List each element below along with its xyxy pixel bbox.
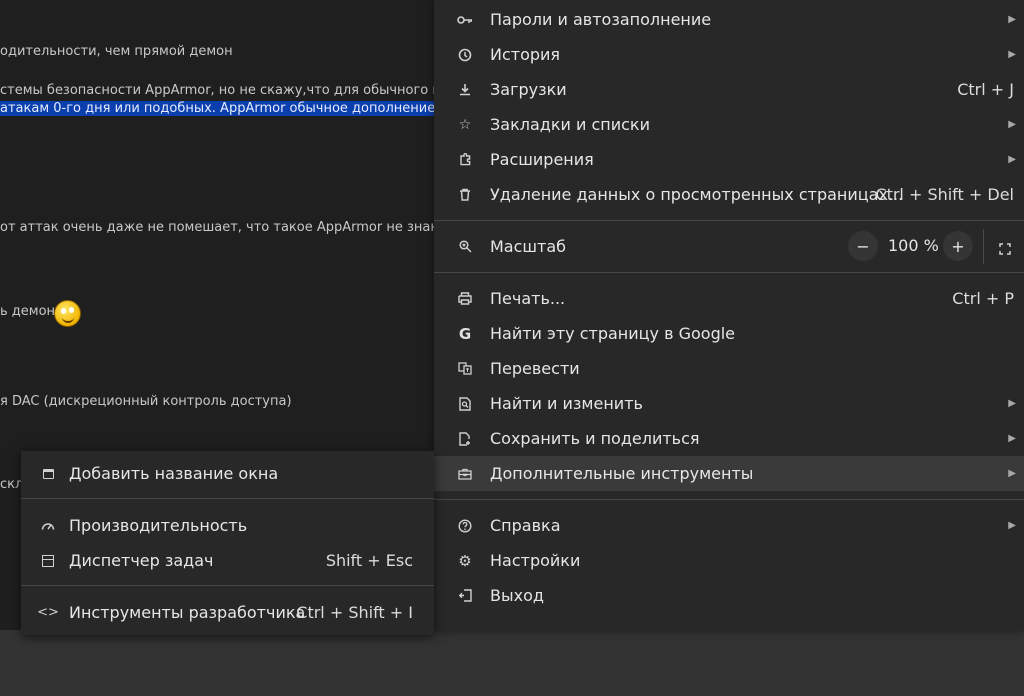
shortcut-label: Ctrl + P: [952, 289, 1014, 308]
text-line: я DAC (дискреционный контроль доступа): [0, 394, 292, 409]
submenu-item-label: Инструменты разработчика: [69, 603, 306, 622]
help-icon: [456, 517, 474, 535]
menu-item-label: Масштаб: [490, 237, 567, 256]
share-icon: [456, 430, 474, 448]
zoom-out-button[interactable]: −: [848, 231, 878, 261]
submenu-item-label: Производительность: [69, 516, 248, 535]
menu-item-label: Перевести: [490, 359, 580, 378]
puzzle-icon: [456, 151, 474, 169]
find-icon: [456, 395, 474, 413]
submenu-item-performance[interactable]: Производительность: [21, 508, 434, 543]
fullscreen-icon[interactable]: [999, 240, 1011, 255]
menu-item-label: Пароли и автозаполнение: [490, 10, 712, 29]
browser-main-menu: Пароли и автозаполнение ▶ История ▶ Загр…: [434, 0, 1024, 630]
menu-item-label: Закладки и списки: [490, 115, 650, 134]
chevron-right-icon: ▶: [1008, 14, 1016, 25]
menu-item-label: Найти и изменить: [490, 394, 643, 413]
zoom-icon: [456, 238, 474, 256]
speedometer-icon: [39, 517, 57, 535]
submenu-divider: [21, 498, 434, 499]
task-manager-icon: [39, 552, 57, 570]
star-icon: ☆: [458, 116, 472, 133]
zoom-divider: [983, 229, 984, 264]
bottom-area: [0, 630, 1024, 696]
text-line: скл: [0, 477, 24, 492]
menu-item-label: Дополнительные инструменты: [490, 464, 754, 483]
trash-icon: [456, 186, 474, 204]
menu-divider: [434, 220, 1024, 221]
shortcut-label: Shift + Esc: [325, 551, 413, 570]
window-icon: [39, 465, 57, 483]
code-icon: <>: [37, 605, 59, 620]
chevron-right-icon: ▶: [1008, 433, 1016, 444]
shortcut-label: Ctrl + Shift + Del: [875, 185, 1014, 204]
menu-item-downloads[interactable]: Загрузки Ctrl + J: [434, 72, 1024, 107]
menu-item-label: Сохранить и поделиться: [490, 429, 700, 448]
menu-item-save-share[interactable]: Сохранить и поделиться ▶: [434, 421, 1024, 456]
toolbox-icon: [456, 465, 474, 483]
menu-item-passwords[interactable]: Пароли и автозаполнение ▶: [434, 2, 1024, 37]
gear-icon: ⚙: [458, 551, 472, 570]
smiley-emoji-icon: [54, 300, 81, 327]
chevron-right-icon: ▶: [1008, 49, 1016, 60]
menu-divider: [434, 272, 1024, 273]
menu-item-label: История: [490, 45, 561, 64]
download-icon: [456, 81, 474, 99]
print-icon: [456, 290, 474, 308]
menu-item-extensions[interactable]: Расширения ▶: [434, 142, 1024, 177]
menu-item-label: Печать...: [490, 289, 566, 308]
zoom-level: 100 %: [888, 236, 939, 255]
submenu-item-devtools[interactable]: <> Инструменты разработчика Ctrl + Shift…: [21, 595, 434, 630]
chevron-right-icon: ▶: [1008, 119, 1016, 130]
submenu-item-task-manager[interactable]: Диспетчер задач Shift + Esc: [21, 543, 434, 578]
history-icon: [456, 46, 474, 64]
menu-item-label: Настройки: [490, 551, 581, 570]
exit-icon: [456, 587, 474, 605]
menu-item-label: Загрузки: [490, 80, 567, 99]
zoom-in-button[interactable]: +: [943, 231, 973, 261]
menu-item-label: Найти эту страницу в Google: [490, 324, 736, 343]
menu-item-label: Выход: [490, 586, 544, 605]
menu-item-zoom: Масштаб − 100 % +: [434, 229, 1024, 264]
menu-item-exit[interactable]: Выход: [434, 578, 1024, 613]
shortcut-label: Ctrl + Shift + I: [296, 603, 413, 622]
menu-item-find-replace[interactable]: Найти и изменить ▶: [434, 386, 1024, 421]
menu-item-label: Расширения: [490, 150, 594, 169]
menu-divider: [434, 499, 1024, 500]
menu-item-find-in-google[interactable]: G Найти эту страницу в Google: [434, 316, 1024, 351]
menu-item-settings[interactable]: ⚙ Настройки: [434, 543, 1024, 578]
menu-item-more-tools[interactable]: Дополнительные инструменты ▶: [434, 456, 1024, 491]
chevron-right-icon: ▶: [1008, 398, 1016, 409]
submenu-divider: [21, 585, 434, 586]
text-line: стемы безопасности AppArmor, но не скажу…: [0, 83, 473, 98]
submenu-item-label: Диспетчер задач: [69, 551, 214, 570]
menu-item-label: Справка: [490, 516, 561, 535]
selected-text-line: атакам 0-го дня или подобных. AppArmor о…: [0, 101, 471, 116]
more-tools-submenu: Добавить название окна Производительност…: [21, 451, 434, 635]
chevron-right-icon: ▶: [1008, 154, 1016, 165]
menu-item-label: Удаление данных о просмотренных страница…: [490, 185, 904, 204]
menu-item-history[interactable]: История ▶: [434, 37, 1024, 72]
chevron-right-icon: ▶: [1008, 468, 1016, 479]
text-line: от аттак очень даже не помешает, что так…: [0, 220, 442, 235]
menu-item-bookmarks[interactable]: ☆ Закладки и списки ▶: [434, 107, 1024, 142]
key-icon: [456, 11, 474, 29]
menu-item-translate[interactable]: Перевести: [434, 351, 1024, 386]
chevron-right-icon: ▶: [1008, 520, 1016, 531]
menu-item-help[interactable]: Справка ▶: [434, 508, 1024, 543]
translate-icon: [456, 360, 474, 378]
text-line: одительности, чем прямой демон: [0, 44, 233, 59]
submenu-item-label: Добавить название окна: [69, 464, 279, 483]
text-line: ь демон: [0, 304, 56, 319]
menu-item-print[interactable]: Печать... Ctrl + P: [434, 281, 1024, 316]
shortcut-label: Ctrl + J: [957, 80, 1014, 99]
menu-item-clear-data[interactable]: Удаление данных о просмотренных страница…: [434, 177, 1024, 212]
google-icon: G: [458, 324, 472, 343]
submenu-item-name-window[interactable]: Добавить название окна: [21, 456, 434, 491]
